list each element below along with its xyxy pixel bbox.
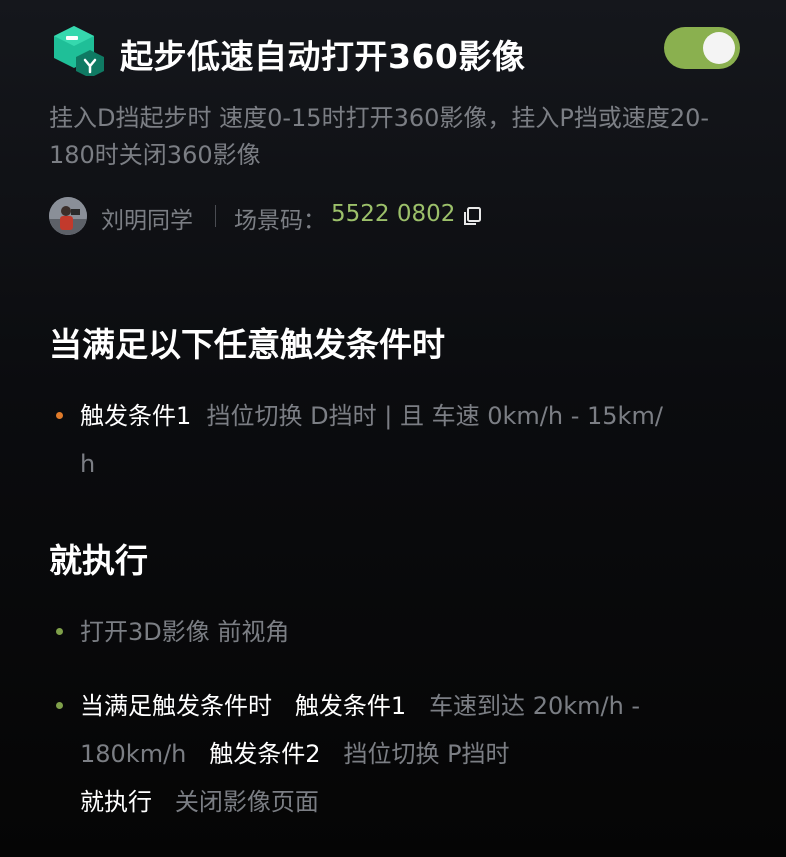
toggle-knob <box>703 32 735 64</box>
copy-icon[interactable] <box>461 205 483 227</box>
then-detail: 关闭影像页面 <box>174 788 319 816</box>
condition-1-detail: 车速到达 20km/h - <box>429 692 641 720</box>
action-dot <box>56 628 63 635</box>
divider <box>215 205 216 227</box>
trigger-dot <box>56 412 63 419</box>
action-item-text: 打开3D影像 前视角 <box>80 618 290 646</box>
action-item-text: 当满足触发条件时 触发条件1 车速到达 20km/h - 180km/h 触发条… <box>80 682 720 826</box>
scene-description: 挂入D挡起步时 速度0-15时打开360影像，挂入P挡或速度20-180时关闭3… <box>49 104 710 169</box>
condition-2-detail: 挡位切换 P挡时 <box>343 740 510 768</box>
action-section-title: 就执行 <box>49 541 148 580</box>
trigger-name: 触发条件1 <box>80 402 192 430</box>
scene-code-value: 5522 0802 <box>331 201 456 227</box>
app-cube-icon <box>54 26 104 76</box>
then-label: 就执行 <box>80 788 152 816</box>
enable-toggle[interactable] <box>664 27 740 69</box>
avatar[interactable] <box>49 197 87 235</box>
page-title: 起步低速自动打开360影像 <box>120 37 526 76</box>
author-name[interactable]: 刘明同学 <box>101 201 193 235</box>
header: 起步低速自动打开360影像 <box>52 24 742 76</box>
condition-2-name: 触发条件2 <box>209 740 321 768</box>
trigger-detail: 挡位切换 D挡时 | 且 车速 0km/h - 15km/ <box>206 402 663 430</box>
scene-code-label: 场景码： <box>234 208 326 234</box>
trigger-detail-cont: h <box>80 450 96 478</box>
condition-1-name: 触发条件1 <box>294 692 407 720</box>
trigger-item-text: 触发条件1 挡位切换 D挡时 | 且 车速 0km/h - 15km/ h <box>80 392 720 488</box>
condition-when: 当满足触发条件时 <box>80 692 272 720</box>
author-meta: 刘明同学 场景码： 5522 0802 <box>49 197 739 237</box>
action-dot <box>56 702 63 709</box>
condition-1-detail-cont: 180km/h <box>80 740 187 768</box>
trigger-section-title: 当满足以下任意触发条件时 <box>49 325 445 364</box>
